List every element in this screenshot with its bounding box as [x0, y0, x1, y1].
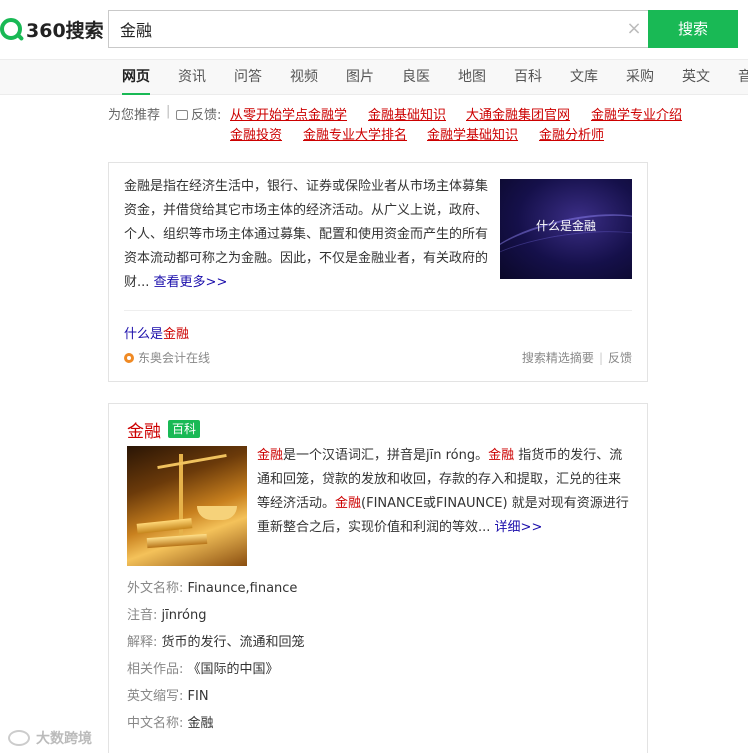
logo-ring-icon: [0, 18, 22, 40]
baike-card: 金融 百科 金融是一个汉语词汇，拼音是jīn róng。金融 指货币的发行、流通…: [108, 403, 648, 753]
info-row-abbreviation: 英文缩写: FIN: [127, 685, 209, 704]
info-row-related-works: 相关作品: 《国际的中国》: [127, 658, 279, 677]
recommend-link[interactable]: 金融分析师: [539, 124, 604, 143]
featured-snippet-card: 金融是指在经济生活中，银行、证券或保险业者从市场主体募集资金，并借贷给其它市场主…: [108, 162, 648, 382]
site-favicon-icon: [124, 352, 134, 363]
baike-title-link[interactable]: 金融: [127, 417, 161, 442]
snippet-text: 金融是指在经济生活中，银行、证券或保险业者从市场主体募集资金，并借贷给其它市场主…: [124, 179, 489, 290]
baike-badge: 百科: [168, 420, 201, 438]
tab-doctor[interactable]: 良医: [402, 60, 430, 95]
header: 360搜索 × 搜索: [0, 0, 748, 59]
scale-pillar-shape: [179, 454, 183, 544]
info-value: FIN: [187, 689, 209, 704]
info-row-explanation: 解释: 货币的发行、流通和回笼: [127, 631, 305, 650]
scale-pan-shape: [197, 506, 237, 520]
recommend-link[interactable]: 金融专业大学排名: [303, 124, 407, 143]
search-box: ×: [108, 10, 648, 48]
tab-news[interactable]: 资讯: [178, 60, 206, 95]
recommend-link[interactable]: 金融投资: [230, 124, 282, 143]
source-site[interactable]: 东奥会计在线: [124, 349, 210, 366]
tab-video[interactable]: 视频: [290, 60, 318, 95]
info-label: 中文名称:: [127, 716, 184, 731]
tab-english[interactable]: 英文: [682, 60, 710, 95]
tab-baike[interactable]: 百科: [514, 60, 542, 95]
info-value: 金融: [187, 716, 214, 731]
keyword-highlight: 金融: [488, 448, 515, 463]
recommend-link[interactable]: 大通金融集团官网: [466, 104, 570, 123]
info-label: 注音:: [127, 608, 158, 623]
feedback-link[interactable]: 反馈:: [176, 104, 221, 123]
summary-text: 是一个汉语词汇，拼音是jīn róng。: [283, 448, 489, 463]
search-button[interactable]: 搜索: [648, 10, 738, 48]
keyword-highlight: 金融: [257, 448, 284, 463]
snippet-thumbnail[interactable]: 什么是金融: [500, 179, 632, 279]
watermark-text: 大数跨境: [36, 731, 92, 747]
keyword-highlight: 金融: [335, 496, 362, 511]
watermark: 大数跨境: [8, 728, 92, 748]
info-value: 货币的发行、流通和回笼: [161, 635, 305, 650]
thumbnail-caption: 什么是金融: [535, 219, 596, 233]
see-more-link[interactable]: 查看更多>>: [154, 275, 228, 290]
tab-wenku[interactable]: 文库: [570, 60, 598, 95]
source-title-link[interactable]: 什么是金融: [124, 323, 189, 342]
feedback-label: 反馈:: [191, 108, 222, 123]
watermark-logo-icon: [8, 730, 30, 746]
info-value: jīnróng: [161, 608, 207, 623]
info-value: Finaunce,finance: [187, 581, 298, 596]
divider: [124, 310, 632, 311]
snippet-footer: 搜索精选摘要 | 反馈: [522, 349, 632, 366]
info-label: 相关作品:: [127, 662, 184, 677]
info-label: 英文缩写:: [127, 689, 184, 704]
snippet-label: 搜索精选摘要: [521, 351, 594, 365]
recommend-link[interactable]: 金融学基础知识: [427, 124, 518, 143]
scale-beam-shape: [157, 453, 227, 470]
snippet-text-block: 金融是指在经济生活中，银行、证券或保险业者从市场主体募集资金，并借贷给其它市场主…: [124, 175, 489, 295]
tab-web[interactable]: 网页: [122, 60, 150, 95]
tab-map[interactable]: 地图: [458, 60, 486, 95]
recommend-label: 为您推荐: [108, 108, 161, 123]
info-value: 《国际的中国》: [187, 662, 279, 677]
logo-360[interactable]: 360搜索: [0, 15, 104, 43]
recommend-link[interactable]: 金融基础知识: [368, 104, 446, 123]
tab-images[interactable]: 图片: [346, 60, 374, 95]
feedback-icon: [176, 110, 188, 120]
info-label: 解释:: [127, 635, 158, 650]
baike-image[interactable]: [127, 446, 247, 566]
tab-purchase[interactable]: 采购: [626, 60, 654, 95]
clear-icon[interactable]: ×: [624, 19, 644, 39]
recommend-separator: |: [166, 104, 171, 119]
snippet-feedback-link[interactable]: 反馈: [608, 351, 632, 365]
gold-bar-shape: [146, 533, 208, 549]
info-row-foreign-name: 外文名称: Finaunce,finance: [127, 577, 297, 596]
recommend-link[interactable]: 从零开始学点金融学: [230, 104, 347, 123]
gold-bar-shape: [136, 518, 193, 534]
source-title-prefix: 什么是: [124, 327, 164, 342]
source-title-highlight: 金融: [163, 327, 190, 342]
baike-summary: 金融是一个汉语词汇，拼音是jīn róng。金融 指货币的发行、流通和回笼，贷款…: [257, 444, 633, 540]
category-nav: 网页 资讯 问答 视频 图片 良医 地图 百科 文库 采购 英文 音: [0, 59, 748, 95]
source-site-name: 东奥会计在线: [138, 351, 211, 365]
detail-link[interactable]: 详细>>: [495, 520, 543, 535]
info-row-chinese-name: 中文名称: 金融: [127, 712, 214, 731]
search-input[interactable]: [109, 11, 609, 47]
recommend-link[interactable]: 金融学专业介绍: [591, 104, 682, 123]
footer-separator: |: [598, 351, 603, 365]
logo-text: 360搜索: [26, 19, 104, 42]
tab-music[interactable]: 音: [738, 60, 748, 95]
tab-qa[interactable]: 问答: [234, 60, 262, 95]
info-row-pinyin: 注音: jīnróng: [127, 604, 207, 623]
info-label: 外文名称:: [127, 581, 184, 596]
